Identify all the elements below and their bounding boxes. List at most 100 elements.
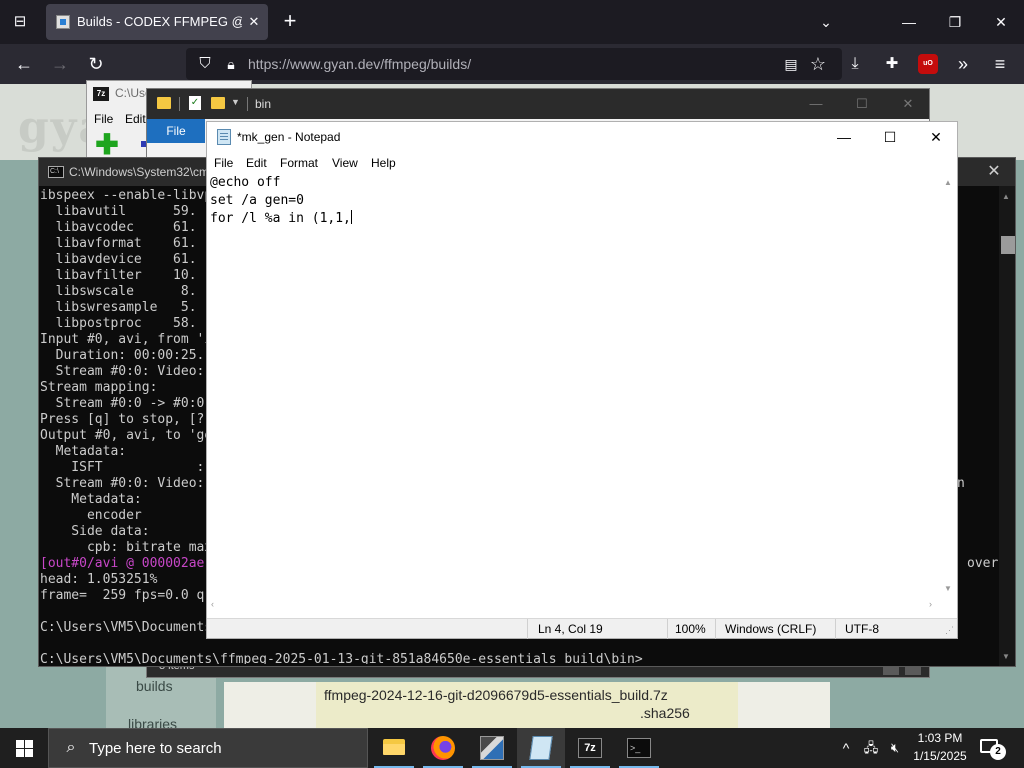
menu-file[interactable]: File <box>214 152 233 174</box>
sevenzip-menu-edit[interactable]: Edit <box>125 112 146 126</box>
taskbar: ⌕ Type here to search 7z >_ ^ 🖧︎ 🔇︎ 1:03… <box>0 728 1024 768</box>
download-icon[interactable]: ⤓ <box>843 52 867 76</box>
cmd-output-line: C:\Users\VM5\Documents\ffmpeg-2025-01-13… <box>40 652 643 664</box>
minimize-icon[interactable]: — <box>821 122 867 152</box>
reader-view-icon[interactable]: ▤ <box>780 53 802 75</box>
close-icon[interactable]: ✕ <box>913 122 959 152</box>
clock-date: 1/15/2025 <box>913 749 967 763</box>
cmd-scroll-thumb[interactable] <box>1001 236 1015 254</box>
chevron-down-icon[interactable]: ▼ <box>231 97 240 107</box>
file-explorer-icon <box>383 739 405 755</box>
firefox-icon <box>431 736 455 760</box>
sevenzip-icon: 7z <box>578 738 602 758</box>
hamburger-icon[interactable]: ≡ <box>988 52 1012 76</box>
menu-view[interactable]: View <box>332 152 358 174</box>
divider <box>247 97 248 111</box>
nav-link-builds[interactable]: builds <box>136 678 173 694</box>
add-icon[interactable]: ✚ <box>95 131 119 159</box>
tab-close-button[interactable]: ✕ <box>246 14 262 30</box>
cmd-scrollbar[interactable] <box>999 186 1015 666</box>
chevron-up-icon[interactable]: ^ <box>836 728 856 768</box>
tab-title: Builds - CODEX FFMPEG @ gyan.dev <box>77 14 242 29</box>
app-icon <box>480 736 504 760</box>
menu-edit[interactable]: Edit <box>246 152 267 174</box>
close-icon[interactable]: ✕ <box>986 8 1016 36</box>
lock-icon[interactable]: 🔒︎ <box>220 53 242 75</box>
maximize-icon[interactable]: ☐ <box>867 122 913 152</box>
resize-grip-icon[interactable]: ⋰ <box>945 625 955 635</box>
favicon-icon <box>56 15 70 29</box>
chevron-down-icon[interactable]: ⌄ <box>814 10 838 34</box>
taskbar-app-file-explorer[interactable] <box>370 728 418 768</box>
download-card: ffmpeg-2024-12-16-git-d2096679d5-essenti… <box>224 682 830 728</box>
scroll-up-icon[interactable]: ▲ <box>1002 192 1010 201</box>
url-text[interactable]: https://www.gyan.dev/ffmpeg/builds/ <box>248 48 471 80</box>
back-arrow-icon[interactable]: ← <box>12 52 36 76</box>
cursor-position: Ln 4, Col 19 <box>538 622 603 636</box>
scroll-down-icon[interactable]: ▼ <box>1002 652 1010 661</box>
download-file-ext-link[interactable]: .sha256 <box>640 705 690 721</box>
taskbar-app-7zip[interactable]: 7z <box>566 728 614 768</box>
chevron-double-right-icon[interactable]: » <box>951 52 975 76</box>
notepad-text-area[interactable]: @echo off set /a gen=0 for /l %a in (1,1, <box>207 174 943 598</box>
scroll-down-icon[interactable]: ▼ <box>944 584 952 593</box>
cmd-output-fragment: n <box>957 476 965 491</box>
notification-center-button[interactable]: 2 <box>980 736 1006 760</box>
menu-format[interactable]: Format <box>280 152 318 174</box>
forward-arrow-icon[interactable]: → <box>48 52 72 76</box>
notification-badge: 2 <box>990 744 1006 760</box>
url-bar[interactable]: ⛉ 🔒︎ https://www.gyan.dev/ffmpeg/builds/… <box>186 48 842 80</box>
tab-list-icon[interactable]: ⊟ <box>8 10 32 34</box>
notepad-menubar: File Edit Format View Help <box>207 152 957 174</box>
notepad-titlebar: *mk_gen - Notepad — ☐ ✕ <box>207 122 957 152</box>
puzzle-icon[interactable]: ✚ <box>880 52 904 76</box>
close-icon[interactable]: ✕ <box>885 89 931 119</box>
taskbar-search-box[interactable]: ⌕ Type here to search <box>48 728 368 768</box>
windows-logo-icon <box>25 740 33 748</box>
scroll-up-icon[interactable]: ▲ <box>944 178 952 187</box>
taskbar-app-3[interactable] <box>468 728 516 768</box>
ublock-origin-icon[interactable]: uO <box>918 54 938 74</box>
folder-icon <box>157 97 171 109</box>
text-line: set /a gen=0 <box>210 193 304 208</box>
browser-nav-bar: ← → ↻ ⛉ 🔒︎ https://www.gyan.dev/ffmpeg/b… <box>0 44 1024 84</box>
windows-logo-icon <box>25 749 33 757</box>
shield-icon[interactable]: ⛉ <box>194 53 216 75</box>
taskbar-app-firefox[interactable] <box>419 728 467 768</box>
taskbar-clock[interactable]: 1:03 PM 1/15/2025 <box>908 728 972 768</box>
text-line-current: for /l %a in (1,1, <box>210 210 943 228</box>
nav-link-libraries[interactable]: libraries <box>128 716 177 728</box>
minimize-icon[interactable]: — <box>894 8 924 36</box>
cmd-app-icon: C:\ <box>48 166 64 178</box>
horizontal-scrollbar[interactable] <box>207 598 943 612</box>
network-icon[interactable]: 🖧︎ <box>860 728 882 768</box>
text-caret <box>350 210 352 224</box>
new-tab-button[interactable]: + <box>278 10 302 34</box>
minimize-icon[interactable]: — <box>793 89 839 119</box>
reload-icon[interactable]: ↻ <box>84 52 108 76</box>
star-icon[interactable]: ☆ <box>806 52 830 76</box>
search-placeholder: Type here to search <box>89 740 222 757</box>
divider <box>835 619 836 639</box>
text-line: for /l %a in (1,1, <box>210 211 351 226</box>
taskbar-app-cmd[interactable]: >_ <box>615 728 663 768</box>
properties-check-icon[interactable]: ✓ <box>189 96 201 110</box>
maximize-icon[interactable]: ☐ <box>839 89 885 119</box>
scroll-right-icon[interactable]: › <box>929 599 932 609</box>
new-folder-icon[interactable] <box>211 97 225 109</box>
vertical-scrollbar[interactable] <box>943 174 957 598</box>
browser-tab[interactable]: Builds - CODEX FFMPEG @ gyan.dev ✕ <box>46 4 268 40</box>
sevenzip-menu-file[interactable]: File <box>94 112 113 126</box>
explorer-file-tab[interactable]: File <box>147 119 205 143</box>
scroll-left-icon[interactable]: ‹ <box>211 599 214 609</box>
divider <box>527 619 528 639</box>
close-icon[interactable]: ✕ <box>973 158 1015 186</box>
taskbar-app-notepad[interactable] <box>517 728 565 768</box>
menu-help[interactable]: Help <box>371 152 396 174</box>
sevenzip-app-icon: 7z <box>93 87 109 101</box>
restore-icon[interactable]: ❐ <box>940 8 970 36</box>
volume-muted-icon[interactable]: 🔇︎ <box>884 728 906 768</box>
download-file-link[interactable]: ffmpeg-2024-12-16-git-d2096679d5-essenti… <box>324 687 668 703</box>
search-icon: ⌕ <box>66 739 76 756</box>
start-button[interactable] <box>0 728 48 768</box>
